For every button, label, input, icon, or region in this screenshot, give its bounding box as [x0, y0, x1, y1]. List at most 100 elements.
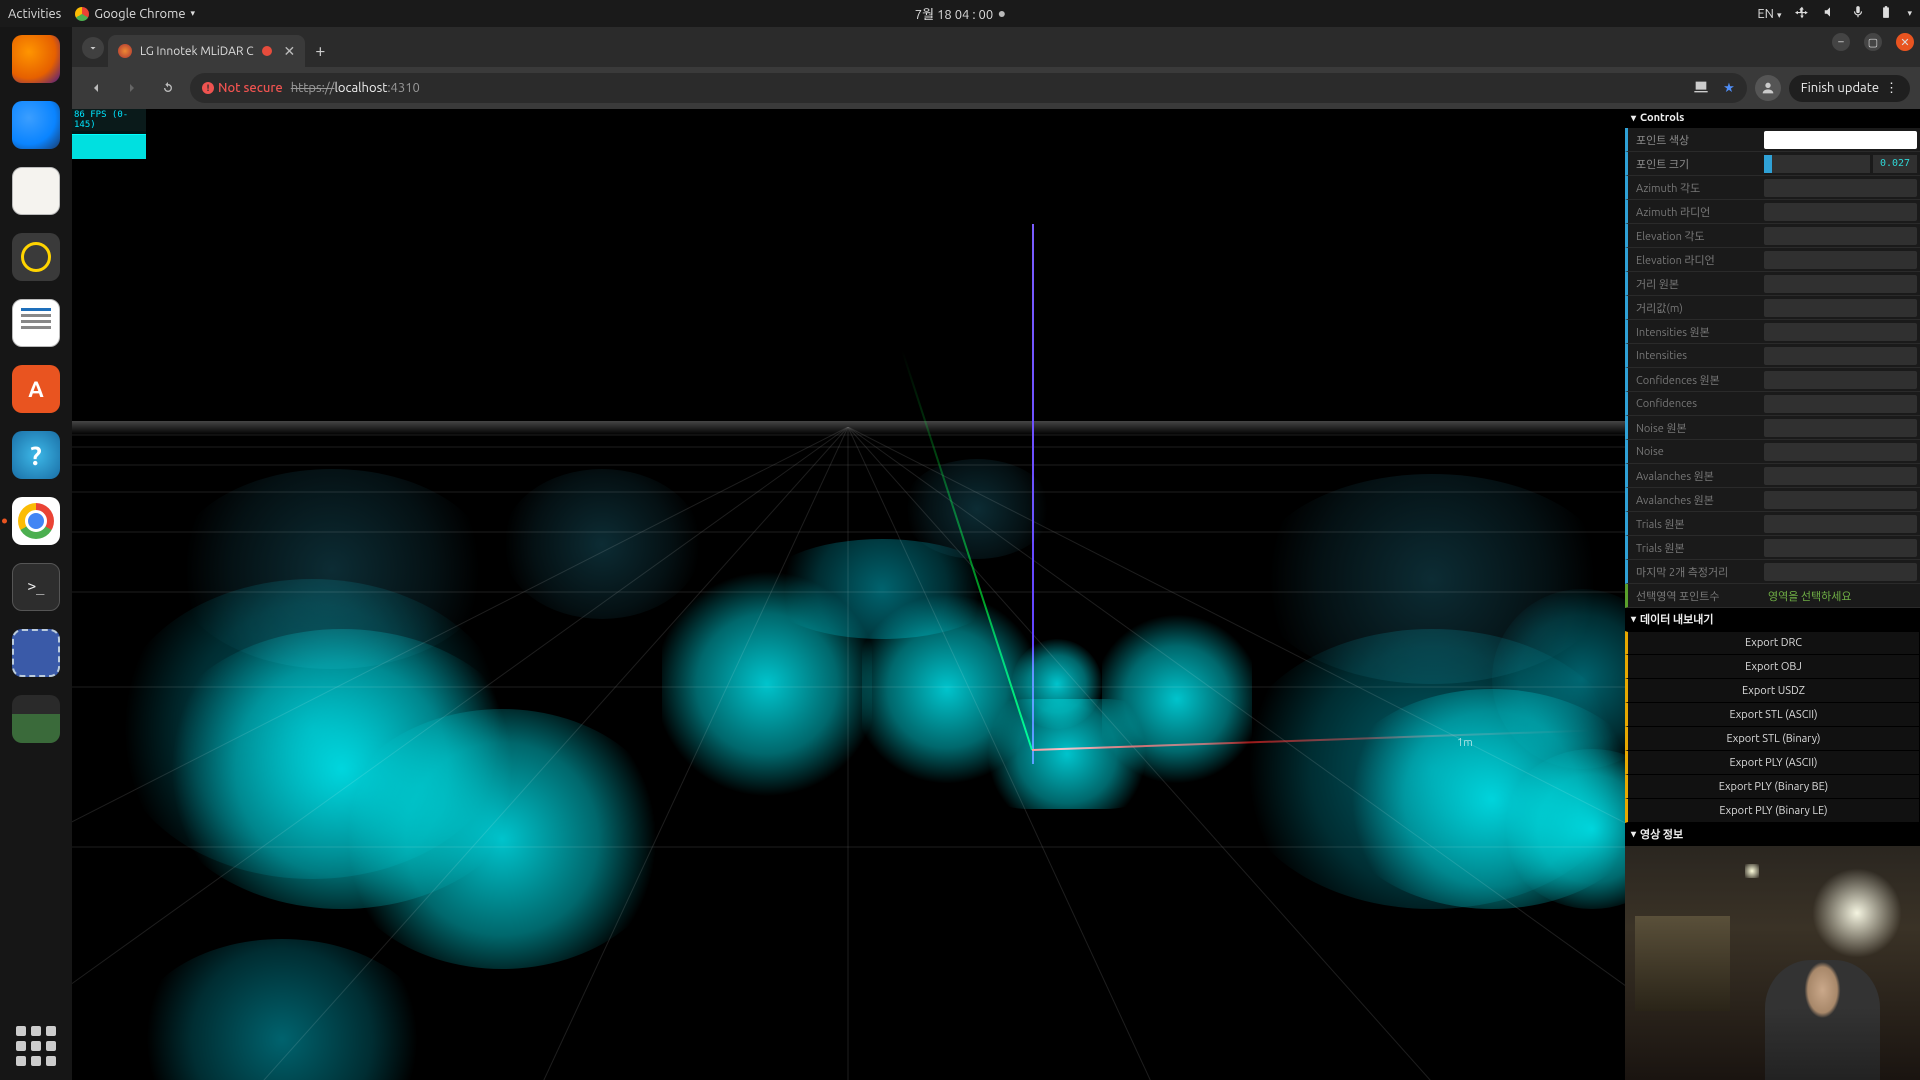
- control-selected-point-count: 선택영역 포인트수 영역을 선택하세요: [1625, 584, 1920, 608]
- lidar-viewer[interactable]: 86 FPS (0-145) 1m: [72, 109, 1920, 1080]
- window-minimize-button[interactable]: –: [1832, 33, 1850, 51]
- active-app-menu[interactable]: Google Chrome ▾: [75, 7, 195, 21]
- control-point-size[interactable]: 포인트 크기 0.027: [1625, 152, 1920, 176]
- light-dot: [1745, 864, 1759, 878]
- url-text: https://localhost:4310: [291, 81, 420, 95]
- control-readonly-row: Avalanches 원본: [1625, 488, 1920, 512]
- export-button[interactable]: Export PLY (ASCII): [1625, 751, 1920, 775]
- export-button[interactable]: Export PLY (Binary BE): [1625, 775, 1920, 799]
- export-button[interactable]: Export USDZ: [1625, 679, 1920, 703]
- control-readonly-row: Elevation 라디언: [1625, 248, 1920, 272]
- tab-strip: LG Innotek MLiDAR C ✕ + – ▢ ✕: [72, 27, 1920, 67]
- screen-share-icon[interactable]: [1693, 79, 1709, 98]
- input-language[interactable]: EN ▾: [1757, 7, 1781, 21]
- fps-label: 86 FPS (0-145): [72, 109, 146, 131]
- control-readonly-row: Intensities: [1625, 344, 1920, 368]
- battery-icon[interactable]: [1879, 5, 1893, 22]
- profile-button[interactable]: [1755, 75, 1781, 101]
- pointcloud: [132, 939, 432, 1080]
- ubuntu-dock: [0, 27, 72, 1080]
- controls-folder-header[interactable]: ▾ Controls: [1625, 109, 1920, 128]
- control-point-color[interactable]: 포인트 색상: [1625, 128, 1920, 152]
- dock-app-image-viewer[interactable]: [12, 695, 60, 743]
- tab-search-button[interactable]: [82, 37, 104, 59]
- warning-icon: !: [202, 82, 214, 94]
- caret-down-icon: ▾: [1631, 828, 1636, 840]
- control-last-two-distance: 마지막 2개 측정거리: [1625, 560, 1920, 584]
- address-bar[interactable]: ! Not secure https://localhost:4310 ★: [190, 73, 1747, 103]
- dock-app-screenshot[interactable]: [12, 629, 60, 677]
- security-indicator[interactable]: ! Not secure: [202, 81, 283, 95]
- toolbar: ! Not secure https://localhost:4310 ★ Fi…: [72, 67, 1920, 109]
- dock-app-help[interactable]: [12, 431, 60, 479]
- control-readonly-row: Azimuth 라디언: [1625, 200, 1920, 224]
- controls-section: 포인트 색상 포인트 크기 0.027 Azimuth 각도Azimuth 라디…: [1625, 128, 1920, 608]
- dock-app-terminal[interactable]: [12, 563, 60, 611]
- control-readonly-row: Noise 원본: [1625, 416, 1920, 440]
- control-readonly-row: Elevation 각도: [1625, 224, 1920, 248]
- dock-app-rhythmbox[interactable]: [12, 233, 60, 281]
- dock-app-thunderbird[interactable]: [12, 101, 60, 149]
- control-readonly-row: Intensities 원본: [1625, 320, 1920, 344]
- export-section: Export DRCExport OBJExport USDZExport ST…: [1625, 631, 1920, 823]
- activities-button[interactable]: Activities: [8, 7, 61, 21]
- chrome-window: LG Innotek MLiDAR C ✕ + – ▢ ✕ ! Not secu…: [72, 27, 1920, 1080]
- control-readonly-row: Avalanches 원본: [1625, 464, 1920, 488]
- window-close-button[interactable]: ✕: [1896, 33, 1914, 51]
- clock[interactable]: 7월 18 04 : 00: [915, 4, 1005, 23]
- recording-indicator-icon: [262, 46, 272, 56]
- control-readonly-row: Confidences: [1625, 392, 1920, 416]
- color-swatch[interactable]: [1764, 131, 1917, 149]
- caret-down-icon: ▾: [1631, 112, 1636, 124]
- camera-preview: [1625, 846, 1920, 1080]
- light-glow: [1812, 868, 1902, 958]
- caret-down-icon: ▾: [1631, 613, 1636, 625]
- tab-close-button[interactable]: ✕: [284, 43, 296, 60]
- background-shelf: [1635, 916, 1730, 1011]
- gnome-top-bar: Activities Google Chrome ▾ 7월 18 04 : 00…: [0, 0, 1920, 27]
- control-readonly-row: Trials 원본: [1625, 512, 1920, 536]
- control-readonly-row: 거리 원본: [1625, 272, 1920, 296]
- system-menu-caret-icon[interactable]: ▾: [1907, 8, 1912, 19]
- finish-update-button[interactable]: Finish update ⋮: [1789, 75, 1910, 102]
- export-button[interactable]: Export DRC: [1625, 631, 1920, 655]
- fps-widget: 86 FPS (0-145): [72, 109, 146, 159]
- dock-app-ubuntu-software[interactable]: [12, 365, 60, 413]
- controls-panel: ▾ Controls 포인트 색상 포인트 크기 0.027 Azimuth 각…: [1625, 109, 1920, 1080]
- back-button[interactable]: [82, 74, 110, 102]
- point-size-value[interactable]: 0.027: [1873, 155, 1917, 173]
- dock-app-firefox[interactable]: [12, 35, 60, 83]
- new-tab-button[interactable]: +: [305, 41, 335, 67]
- export-button[interactable]: Export STL (Binary): [1625, 727, 1920, 751]
- horizon: [72, 421, 1625, 435]
- tab-title: LG Innotek MLiDAR C: [140, 45, 254, 58]
- dock-app-chrome[interactable]: [12, 497, 60, 545]
- control-readonly-row: 거리값(m): [1625, 296, 1920, 320]
- export-button[interactable]: Export OBJ: [1625, 655, 1920, 679]
- network-icon[interactable]: [1795, 5, 1809, 22]
- dock-app-libreoffice-writer[interactable]: [12, 299, 60, 347]
- video-folder-header[interactable]: ▾ 영상 정보: [1625, 823, 1920, 846]
- export-button[interactable]: Export STL (ASCII): [1625, 703, 1920, 727]
- pointcloud: [1102, 609, 1252, 789]
- control-readonly-row: Confidences 원본: [1625, 368, 1920, 392]
- pointcloud: [762, 539, 1002, 639]
- browser-tab[interactable]: LG Innotek MLiDAR C ✕: [108, 35, 305, 67]
- point-size-slider[interactable]: [1764, 155, 1870, 173]
- forward-button[interactable]: [118, 74, 146, 102]
- control-readonly-row: Noise: [1625, 440, 1920, 464]
- volume-icon[interactable]: [1823, 5, 1837, 22]
- tab-favicon-icon: [118, 44, 132, 58]
- person-silhouette: [1765, 960, 1880, 1080]
- export-folder-header[interactable]: ▾ 데이터 내보내기: [1625, 608, 1920, 631]
- reload-button[interactable]: [154, 74, 182, 102]
- show-applications-button[interactable]: [16, 1026, 56, 1066]
- export-button[interactable]: Export PLY (Binary LE): [1625, 799, 1920, 823]
- control-readonly-row: Azimuth 각도: [1625, 176, 1920, 200]
- kebab-icon: ⋮: [1885, 81, 1898, 96]
- bookmark-icon[interactable]: ★: [1723, 81, 1735, 96]
- pointcloud: [332, 709, 672, 969]
- dock-app-files[interactable]: [12, 167, 60, 215]
- window-maximize-button[interactable]: ▢: [1864, 33, 1882, 51]
- mic-icon[interactable]: [1851, 5, 1865, 22]
